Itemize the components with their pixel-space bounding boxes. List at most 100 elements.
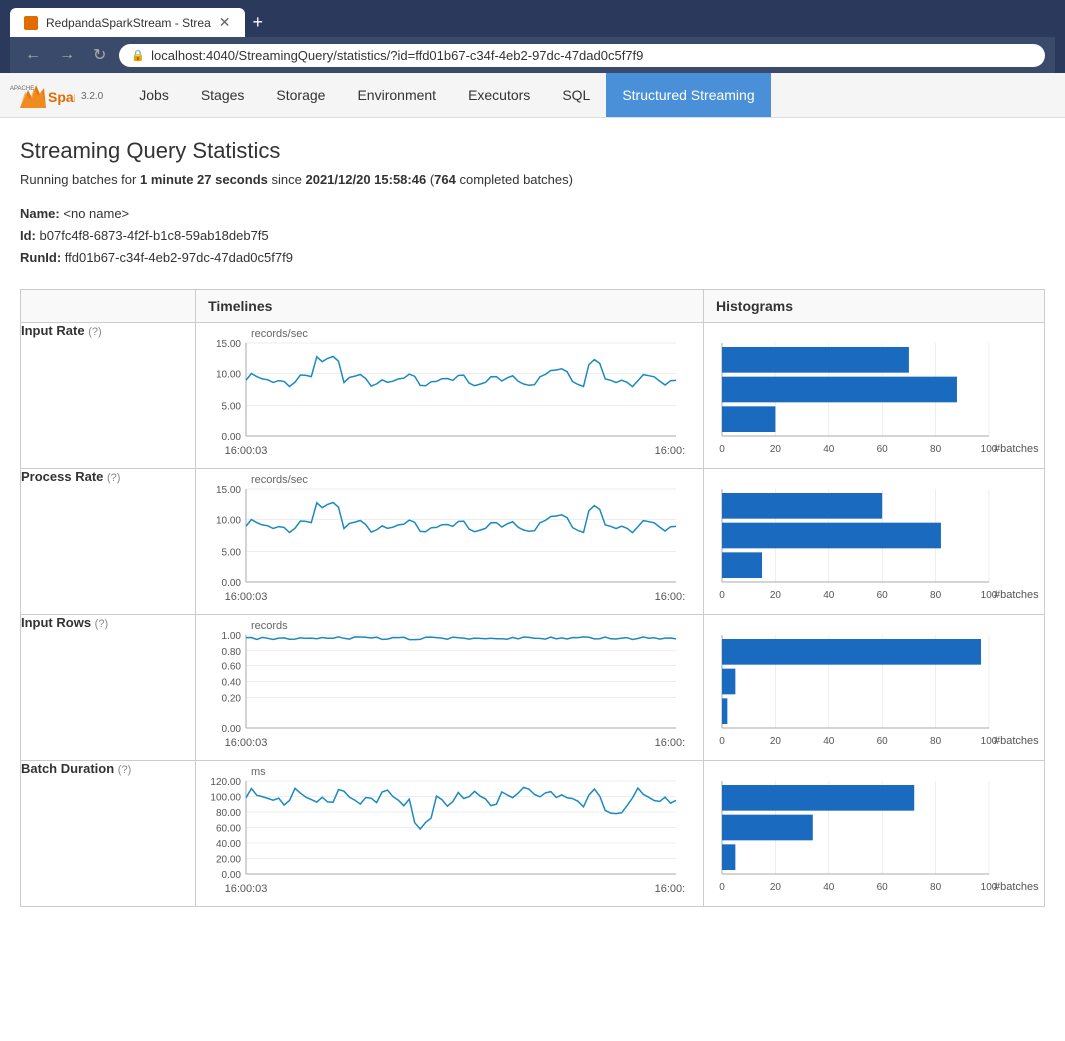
- svg-text:40: 40: [823, 882, 835, 893]
- nav-sql[interactable]: SQL: [546, 73, 606, 117]
- col-empty: [21, 290, 196, 323]
- stats-table: Timelines Histograms Input Rate (?) reco…: [20, 289, 1045, 907]
- query-info: Name: <no name> Id: b07fc4f8-6873-4f2f-b…: [20, 203, 1045, 269]
- status-prefix: Running batches for: [20, 172, 136, 187]
- new-tab-button[interactable]: +: [245, 12, 272, 33]
- table-row: Input Rows (?) records 1.00 0.80 0.60 0.40 0…: [21, 615, 1045, 761]
- svg-text:16:00:03: 16:00:03: [225, 883, 268, 895]
- name-label: Name:: [20, 206, 60, 221]
- svg-text:APACHE: APACHE: [10, 86, 34, 92]
- nav-storage[interactable]: Storage: [260, 73, 341, 117]
- svg-text:60: 60: [877, 590, 889, 601]
- favicon-icon: [24, 16, 38, 30]
- timeline-cell: records/sec 15.0010.005.000.00 16:00:03 …: [196, 469, 704, 615]
- help-icon[interactable]: (?): [88, 326, 101, 338]
- svg-text:16:00:13: 16:00:13: [655, 737, 686, 749]
- svg-text:0: 0: [719, 736, 725, 747]
- nav-executors[interactable]: Executors: [452, 73, 546, 117]
- timeline-unit: ms: [251, 766, 266, 778]
- timeline-chart: records/sec 15.0010.005.000.00 16:00:03 …: [196, 323, 686, 468]
- histogram-bar: [722, 493, 882, 519]
- svg-text:40.00: 40.00: [216, 839, 241, 850]
- svg-text:80: 80: [930, 882, 942, 893]
- histogram-chart: 0 20 40 60 80 100 #batches: [704, 615, 1044, 760]
- timeline-unit: records/sec: [251, 474, 308, 486]
- nav-links: Jobs Stages Storage Environment Executor…: [123, 73, 770, 117]
- help-icon[interactable]: (?): [118, 764, 131, 776]
- svg-text:16:00:13: 16:00:13: [655, 591, 686, 603]
- status-duration: 1 minute 27 seconds: [140, 172, 268, 187]
- histogram-bar: [722, 845, 735, 871]
- timeline-chart: records 1.000.800.600.400.200.00 16:00:0…: [196, 615, 686, 760]
- histogram-chart: 0 20 40 60 80 100 #batches: [704, 323, 1044, 468]
- svg-text:80.00: 80.00: [216, 808, 241, 819]
- help-icon[interactable]: (?): [95, 618, 108, 630]
- main-content: Streaming Query Statistics Running batch…: [0, 118, 1065, 927]
- svg-text:80: 80: [930, 590, 942, 601]
- table-row: Process Rate (?) records/sec 15.0010.005…: [21, 469, 1045, 615]
- svg-text:60: 60: [877, 444, 889, 455]
- row-label: Process Rate (?): [21, 469, 196, 615]
- timeline-cell: ms 120.00100.0080.0060.0040.0020.000.00 …: [196, 761, 704, 907]
- histogram-cell: 0 20 40 60 80 100 #batches: [704, 323, 1045, 469]
- svg-text:10.00: 10.00: [216, 516, 241, 527]
- histogram-bar: [722, 699, 727, 725]
- nav-stages[interactable]: Stages: [185, 73, 261, 117]
- address-bar-container: ← → ↻ 🔒 localhost:4040/StreamingQuery/st…: [10, 37, 1055, 73]
- back-button[interactable]: ←: [20, 44, 46, 66]
- svg-text:40: 40: [823, 444, 835, 455]
- svg-text:20.00: 20.00: [216, 855, 241, 866]
- svg-text:0.00: 0.00: [222, 432, 242, 443]
- id-value: b07fc4f8-6873-4f2f-b1c8-59ab18deb7f5: [40, 228, 269, 243]
- browser-tab[interactable]: RedpandaSparkStream - Strea ✕: [10, 8, 245, 37]
- nav-environment[interactable]: Environment: [341, 73, 452, 117]
- svg-text:0.20: 0.20: [222, 694, 242, 705]
- close-tab-icon[interactable]: ✕: [219, 14, 231, 31]
- svg-text:16:00:13: 16:00:13: [655, 883, 686, 895]
- row-label-text: Input Rows: [21, 615, 91, 630]
- svg-text:0.00: 0.00: [222, 724, 242, 735]
- histogram-bar: [722, 347, 909, 373]
- name-value: <no name>: [63, 206, 129, 221]
- status-batches-count: 764: [434, 172, 456, 187]
- timeline-unit: records: [251, 620, 288, 632]
- svg-text:0.40: 0.40: [222, 678, 242, 689]
- svg-text:0.00: 0.00: [222, 578, 242, 589]
- row-label-text: Process Rate: [21, 469, 103, 484]
- col-timelines: Timelines: [196, 290, 704, 323]
- timeline-chart: records/sec 15.0010.005.000.00 16:00:03 …: [196, 469, 686, 614]
- histogram-bar: [722, 377, 957, 403]
- help-icon[interactable]: (?): [107, 472, 120, 484]
- svg-text:15.00: 15.00: [216, 485, 241, 496]
- id-label: Id:: [20, 228, 36, 243]
- forward-button[interactable]: →: [54, 44, 80, 66]
- row-label: Input Rows (?): [21, 615, 196, 761]
- svg-text:40: 40: [823, 590, 835, 601]
- svg-text:1.00: 1.00: [222, 631, 242, 642]
- svg-text:40: 40: [823, 736, 835, 747]
- svg-text:16:00:03: 16:00:03: [225, 591, 268, 603]
- status-since-prefix: since: [272, 172, 302, 187]
- svg-text:80: 80: [930, 444, 942, 455]
- svg-text:5.00: 5.00: [222, 402, 242, 413]
- svg-text:80: 80: [930, 736, 942, 747]
- svg-text:0.60: 0.60: [222, 662, 242, 673]
- histogram-bar: [722, 523, 941, 549]
- address-bar[interactable]: 🔒 localhost:4040/StreamingQuery/statisti…: [119, 44, 1045, 67]
- histogram-bar: [722, 785, 914, 811]
- nav-jobs[interactable]: Jobs: [123, 73, 185, 117]
- svg-text:60: 60: [877, 882, 889, 893]
- svg-text:16:00:03: 16:00:03: [225, 445, 268, 457]
- timeline-cell: records 1.000.800.600.400.200.00 16:00:0…: [196, 615, 704, 761]
- svg-text:60.00: 60.00: [216, 824, 241, 835]
- browser-chrome: RedpandaSparkStream - Strea ✕ + ← → ↻ 🔒 …: [0, 0, 1065, 73]
- histogram-bar: [722, 553, 762, 579]
- histogram-bar: [722, 669, 735, 695]
- svg-text:100.00: 100.00: [210, 793, 241, 804]
- nav-structured-streaming[interactable]: Structured Streaming: [606, 73, 770, 117]
- svg-text:#batches: #batches: [994, 735, 1039, 747]
- histogram-bar: [722, 815, 813, 841]
- reload-button[interactable]: ↻: [88, 43, 111, 67]
- svg-text:0: 0: [719, 444, 725, 455]
- svg-text:0.80: 0.80: [222, 647, 242, 658]
